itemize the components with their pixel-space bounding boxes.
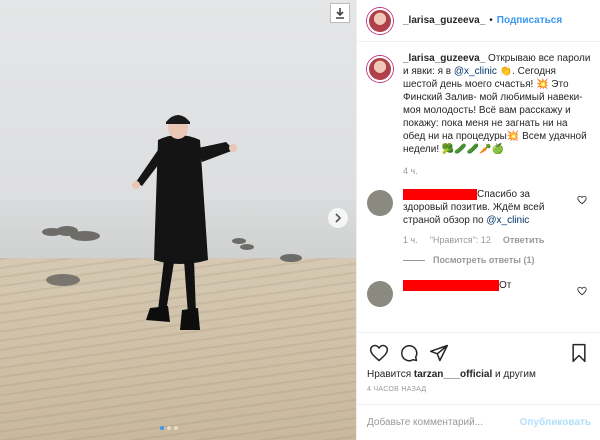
publish-button[interactable]: Опубликовать [520,417,591,428]
reply-button[interactable]: Ответить [503,235,545,245]
comment-time: 1 ч. [403,235,418,245]
view-replies-label: Посмотреть ответы (1) [433,255,535,265]
comment-mention[interactable]: @x_clinic [486,215,529,226]
caption-text-part: 👏. Сегодня шестой день моего счастья! 💥 … [403,66,587,155]
redacted-username [403,188,477,200]
caption-time: 4 ч. [403,166,418,176]
carousel-dots [160,426,178,430]
likes-suffix: и другим [492,369,536,380]
caption-text: _larisa_guzeeva_ Открываю все пароли и я… [403,52,591,156]
action-bar: Нравится tarzan___official и другим 4 ЧА… [357,332,600,393]
comment-input[interactable] [367,417,520,428]
comment-item: От [357,279,600,307]
avatar[interactable] [367,7,393,34]
comment-text: От [403,279,563,307]
bookmark-icon[interactable] [567,341,591,365]
header-username[interactable]: _larisa_guzeeva_ [403,15,485,26]
rock [280,254,302,262]
comments-list[interactable]: _larisa_guzeeva_ Открываю все пароли и я… [357,52,600,332]
carousel-dot [167,426,171,430]
view-replies-button[interactable]: Посмотреть ответы (1) [403,255,600,265]
heart-icon[interactable] [577,283,587,301]
rock [46,274,80,286]
header-separator: • [489,15,493,26]
redacted-username [403,279,499,291]
post-details-panel: _larisa_guzeeva_ • Подписаться _larisa_g… [356,0,600,440]
person-figure [132,115,237,330]
likes-prefix: Нравится [367,369,414,380]
comment-icon[interactable] [397,341,421,365]
carousel-dot [174,426,178,430]
rock [240,244,254,250]
comment-meta: 1 ч. "Нравится": 12 Ответить [403,235,600,245]
chevron-right-icon[interactable] [328,208,348,228]
comment-likes[interactable]: "Нравится": 12 [430,235,491,245]
caption-mention[interactable]: @x_clinic [454,66,497,77]
likes-user[interactable]: tarzan___official [414,369,492,380]
heart-icon[interactable] [577,192,587,210]
rock [70,231,100,241]
action-icons [367,341,591,365]
follow-button[interactable]: Подписаться [497,15,562,26]
post-photo[interactable] [0,0,356,440]
comment-text-part: От [499,280,512,291]
likes-summary[interactable]: Нравится tarzan___official и другим [367,369,591,380]
comment-text: Спасибо за здоровый позитив. Ждём всей с… [403,188,563,227]
avatar[interactable] [367,281,393,307]
replies-line [403,259,425,261]
avatar[interactable] [367,56,393,82]
post-time: 4 ЧАСОВ НАЗАД [367,386,427,393]
add-comment-bar: Опубликовать [357,404,600,440]
share-icon[interactable] [427,341,451,365]
post-header: _larisa_guzeeva_ • Подписаться [357,0,600,42]
heart-icon[interactable] [367,341,391,365]
carousel-dot [160,426,164,430]
avatar[interactable] [367,190,393,216]
comment-item: Спасибо за здоровый позитив. Ждём всей с… [357,188,600,227]
caption: _larisa_guzeeva_ Открываю все пароли и я… [357,52,600,156]
caption-username[interactable]: _larisa_guzeeva_ [403,53,485,64]
download-icon[interactable] [330,3,350,23]
